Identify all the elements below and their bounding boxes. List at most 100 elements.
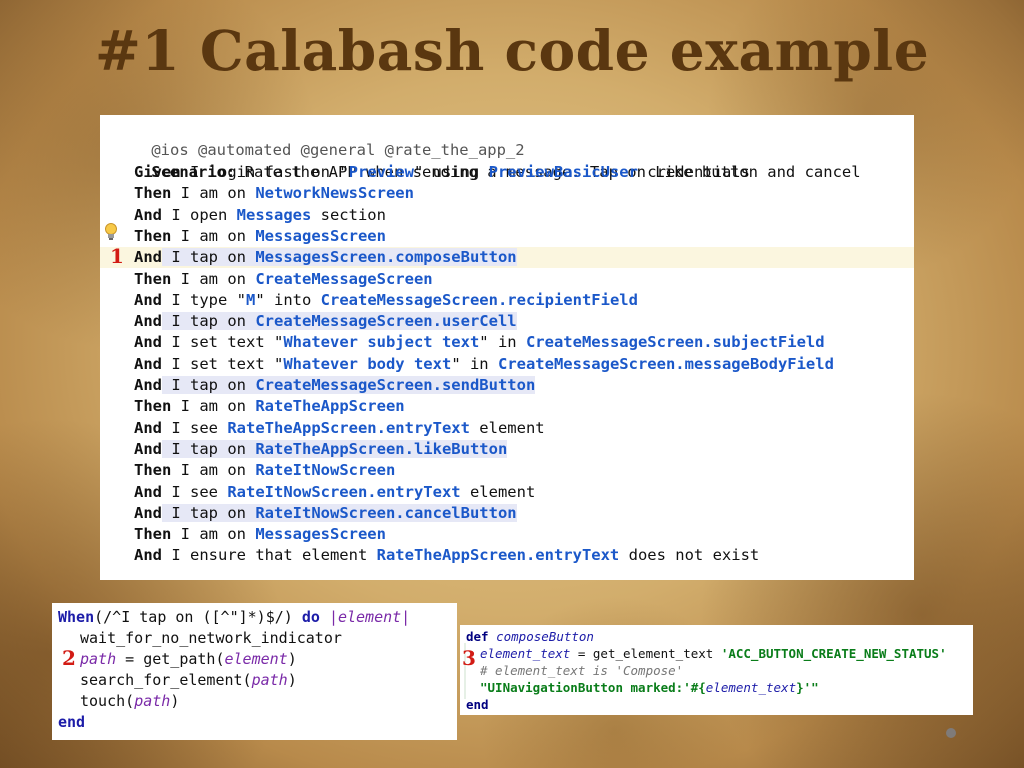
step-def-end: end xyxy=(58,712,85,733)
end-keyword: end xyxy=(58,713,86,731)
step-keyword: And xyxy=(134,503,162,522)
step-def-line-3: path = get_path(element) xyxy=(80,649,297,670)
step-text: I see xyxy=(162,418,228,437)
step-text: I see xyxy=(162,482,228,501)
step-text: I tap on xyxy=(162,248,256,267)
block-param: |element| xyxy=(328,608,411,626)
screen-reference: NetworkNewsScreen xyxy=(255,184,414,203)
step-string: Preview xyxy=(348,163,414,181)
step-text: I tap on xyxy=(162,503,256,522)
feature-file-panel: @ios @automated @general @rate_the_app_2… xyxy=(100,115,914,580)
step-text: " into xyxy=(255,290,321,309)
step-line: And I set text "Whatever subject text" i… xyxy=(100,332,914,353)
step-text: I am on xyxy=(171,184,256,203)
screen-reference: MessagesScreen.composeButton xyxy=(255,248,517,267)
step-keyword: And xyxy=(134,439,162,458)
step-text: " using xyxy=(413,163,489,181)
search-call: search_for_element( xyxy=(80,671,252,689)
screen-reference: CreateMessageScreen.recipientField xyxy=(320,290,638,309)
step-keyword: And xyxy=(134,248,162,267)
step-keyword: Then xyxy=(134,269,172,288)
step-keyword: Then xyxy=(134,525,172,544)
step-text: I ensure that element xyxy=(162,546,377,565)
screen-reference: CreateMessageScreen.messageBodyField xyxy=(497,354,834,373)
screen-def-line-2: element_text = get_element_text 'ACC_BUT… xyxy=(480,645,947,662)
slide-nav-dot[interactable] xyxy=(946,728,956,738)
step-text: credentials xyxy=(637,163,750,181)
screen-def-line-4: "UINavigationButton marked:'#{element_te… xyxy=(480,679,819,696)
step-line: And I tap on MessagesScreen.composeButto… xyxy=(100,247,914,269)
step-text: I am on xyxy=(171,525,256,544)
when-keyword: When xyxy=(58,608,95,626)
screen-definition-panel: def composeButton element_text = get_ele… xyxy=(460,625,973,715)
paren-close: ) xyxy=(287,650,297,668)
step-line: Then I am on MessagesScreen xyxy=(100,226,914,247)
step-keyword: And xyxy=(134,376,162,394)
element-text-var: element_text xyxy=(480,646,571,661)
step-keyword: And xyxy=(134,546,162,565)
step-text: element xyxy=(469,418,545,437)
step-line: Given I login fast on "Preview" using Pr… xyxy=(100,162,914,183)
step-keyword: Then xyxy=(134,184,172,203)
step-text: I am on xyxy=(171,397,256,416)
step-keyword: Then xyxy=(134,461,172,480)
step-line: And I tap on CreateMessageScreen.userCel… xyxy=(100,311,914,332)
step-text: I am on xyxy=(171,226,256,245)
step-line: And I type "M" into CreateMessageScreen.… xyxy=(100,290,914,311)
step-line: Then I am on NetworkNewsScreen xyxy=(100,183,914,204)
screen-reference: RateItNowScreen.cancelButton xyxy=(255,503,517,522)
step-keyword: And xyxy=(134,482,162,501)
step-line: Then I am on MessagesScreen xyxy=(100,524,914,545)
step-def-line-4: search_for_element(path) xyxy=(80,670,297,691)
path-arg: path xyxy=(251,671,288,689)
step-line: And I see RateItNowScreen.entryText elem… xyxy=(100,482,914,503)
step-keyword: And xyxy=(134,312,162,331)
step-text: I type " xyxy=(162,290,246,309)
step-text: I am on xyxy=(171,269,256,288)
step-keyword: Then xyxy=(134,397,172,416)
step-line: And I open Messages section xyxy=(100,205,914,226)
step-text: " in xyxy=(479,333,526,352)
interpolated-var: element_text xyxy=(705,680,797,695)
step-string: Whatever body text xyxy=(283,354,452,373)
marker-2: 2 xyxy=(62,646,76,670)
step-text: does not exist xyxy=(619,546,760,565)
query-string-end: }'" xyxy=(796,680,819,695)
step-text: element xyxy=(460,482,536,501)
step-keyword: And xyxy=(134,333,162,352)
step-line: And I tap on CreateMessageScreen.sendBut… xyxy=(100,375,914,396)
path-arg: path xyxy=(134,692,171,710)
get-element-text-call: = get_element_text xyxy=(570,646,721,661)
step-keyword: And xyxy=(134,418,162,437)
step-keyword: And xyxy=(134,205,162,224)
screen-reference: RateItNowScreen.entryText xyxy=(227,482,461,501)
step-keyword: And xyxy=(134,290,162,309)
paren-close: ) xyxy=(170,692,180,710)
end-keyword: end xyxy=(466,697,489,712)
paren-close: ) xyxy=(287,671,297,689)
step-def-line-2: wait_for_no_network_indicator xyxy=(80,629,342,647)
screen-reference: CreateMessageScreen.subjectField xyxy=(525,333,825,352)
step-text: I am on xyxy=(171,461,256,480)
screen-reference: MessagesScreen xyxy=(255,525,386,544)
step-text: I tap on xyxy=(162,439,256,458)
step-definition-panel: When(/^I tap on ([^"]*)$/) do |element| … xyxy=(52,603,457,740)
path-var: path xyxy=(80,650,117,668)
screen-reference: Messages xyxy=(236,205,312,224)
step-line: And I set text "Whatever body text" in C… xyxy=(100,354,914,375)
screen-reference: MessagesScreen xyxy=(255,226,386,245)
feature-tags-line: @ios @automated @general @rate_the_app_2 xyxy=(100,119,914,159)
step-text: I login fast on " xyxy=(180,163,349,181)
screen-reference: CreateMessageScreen.sendButton xyxy=(255,376,536,394)
step-text: " in xyxy=(451,354,498,373)
step-def-line-1: When(/^I tap on ([^"]*)$/) do |element| xyxy=(58,607,410,628)
step-def-line-5: touch(path) xyxy=(80,691,179,712)
step-line: Then I am on RateItNowScreen xyxy=(100,460,914,481)
code-comment: # element_text is 'Compose' xyxy=(480,663,684,678)
step-line: Then I am on RateTheAppScreen xyxy=(100,396,914,417)
screen-reference: CreateMessageScreen xyxy=(255,269,433,288)
get-path-call: = get_path( xyxy=(116,650,225,668)
def-keyword: def xyxy=(466,629,489,644)
step-keyword: Given xyxy=(134,163,181,181)
step-text: I open xyxy=(162,205,237,224)
